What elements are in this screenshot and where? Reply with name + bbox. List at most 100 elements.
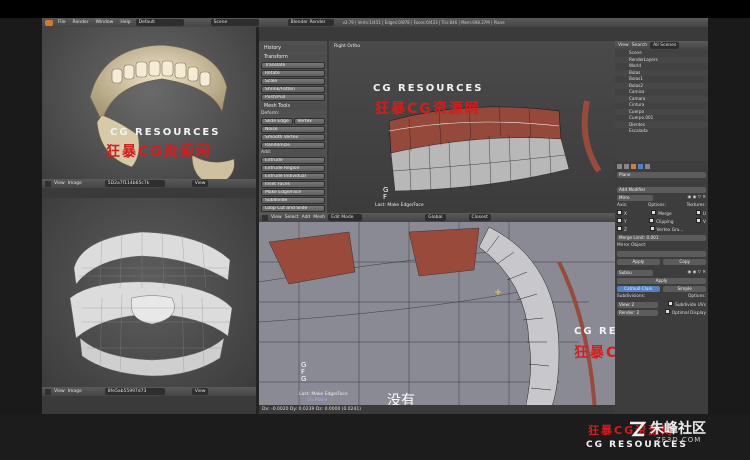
outliner-view-menu[interactable]: View (618, 43, 629, 48)
push-pull-button[interactable]: Push/Pull (261, 94, 325, 101)
transform-delta: Dx: -0.0020 Dy: 0.0239 Dz: 0.0000 (0.024… (262, 407, 362, 412)
deform-label: Deform: (261, 111, 280, 116)
translate-button[interactable]: Translate (261, 62, 325, 69)
image-name-field[interactable]: 5D2a7f114b65c7k (104, 180, 165, 187)
vertex-groups-checkbox[interactable] (649, 226, 655, 231)
subdivide-uvs-checkbox[interactable] (668, 301, 674, 306)
transform-orientation[interactable]: Global (425, 214, 446, 221)
menu-add[interactable]: Add (302, 215, 311, 220)
view-mode-selector-2[interactable]: View (191, 388, 209, 395)
catmull-clark-button[interactable]: Catmull-Clark (617, 285, 660, 292)
outliner-row[interactable]: Escalada (615, 128, 708, 135)
outliner-display-mode[interactable]: All Scenes (650, 42, 680, 49)
image-editor-mid-left[interactable]: View Image 8fe5ab55997d73 View (42, 198, 256, 396)
clipping-checkbox[interactable] (649, 218, 655, 223)
slide-edge-button[interactable]: Slide Edge (261, 118, 293, 125)
loop-cut-button[interactable]: Loop Cut and Slide (261, 205, 325, 212)
shrink-fatten-button[interactable]: Shrink/Fatten (261, 86, 325, 93)
menu-image[interactable]: Image (68, 181, 82, 186)
viewport-bottom-ortho[interactable]: Bottom Ortho CG RESOURCES G F G Last: M (259, 222, 615, 414)
transform-panel-header[interactable]: Transform (261, 54, 325, 61)
view-mode-selector[interactable]: View (191, 180, 209, 187)
object-tab-icon[interactable] (631, 164, 636, 169)
material-tab-icon[interactable] (645, 164, 650, 169)
simple-button[interactable]: Simple (663, 285, 706, 292)
add-modifier-button[interactable]: Add Modifier (617, 186, 706, 193)
blender-window: File Render Window Help Default Scene Bl… (42, 18, 708, 414)
extrude-individual-button[interactable]: Extrude Individual (261, 173, 325, 180)
last-operator: Last: Make Edge/Face (375, 203, 424, 208)
image-name-field-2[interactable]: 8fe5ab55997d73 (104, 388, 165, 395)
subsurf-modifier-name[interactable]: Subsu (617, 269, 653, 276)
render-tab-icon[interactable] (617, 164, 622, 169)
site-logo-en: ZF3D.COM (656, 436, 702, 444)
smooth-vertex-button[interactable]: Smooth Vertex (261, 134, 325, 141)
modifier-controls-icon[interactable]: ◉ ◉ ▽ ✕ (687, 195, 706, 200)
menu-select[interactable]: Select (285, 215, 299, 220)
axis-y-checkbox[interactable] (617, 218, 622, 223)
scene-selector[interactable]: Scene (210, 19, 259, 26)
slide-vertex-button[interactable]: Vertex (293, 118, 325, 125)
view-levels-field[interactable]: View: 2 (617, 301, 658, 308)
viewport-right-ortho[interactable]: Right Ortho CG RESOURCES 狂暴CG资源网 G F Las… (329, 41, 615, 213)
mesh-right-ortho (388, 100, 602, 192)
render-levels-field[interactable]: Render: 2 (617, 309, 658, 316)
modifier-controls-icon-2[interactable]: ◉ ◉ ▽ ✕ (687, 270, 706, 275)
mesh-tools-header[interactable]: Mesh Tools (261, 103, 325, 110)
options-label-2: Options: (687, 294, 706, 299)
menu-view[interactable]: View (54, 181, 65, 186)
axis-x-checkbox[interactable] (617, 210, 622, 215)
extrude-region-button[interactable]: Extrude Region (261, 165, 325, 172)
image-editor-top-left[interactable]: CG RESOURCES 狂暴CG资源网 View Image 5D2a7f11… (42, 27, 256, 188)
mirror-modifier-name[interactable]: Mirro (617, 194, 653, 201)
mode-selector[interactable]: Edit Mode (328, 214, 363, 221)
menu-view-3[interactable]: View (271, 215, 282, 220)
copy-button[interactable]: Copy (663, 258, 706, 265)
modifier-tab-icon[interactable] (638, 164, 643, 169)
inset-faces-button[interactable]: Inset Faces (261, 181, 325, 188)
add-label: Add: (261, 150, 272, 155)
menu-render[interactable]: Render (71, 20, 91, 25)
top-black-bar (0, 0, 750, 18)
editor-type-icon[interactable] (45, 180, 51, 187)
scale-button[interactable]: Scale (261, 78, 325, 85)
rotate-button[interactable]: Rotate (261, 70, 325, 77)
key-display-2: G F G (301, 362, 306, 383)
menu-image-2[interactable]: Image (68, 389, 82, 394)
subdivide-button[interactable]: Subdivide (261, 197, 325, 204)
extrude-button[interactable]: Extrude (261, 157, 325, 164)
v-checkbox[interactable] (696, 218, 702, 223)
merge-checkbox[interactable] (651, 210, 657, 215)
editor-type-icon-3[interactable] (262, 214, 268, 221)
axis-z-checkbox[interactable] (617, 226, 622, 231)
menu-mesh[interactable]: Mesh (313, 215, 325, 220)
menu-file[interactable]: File (56, 20, 68, 25)
viewport-footer: View Select Add Mesh Edit Mode Global Cl… (259, 213, 615, 222)
menu-window[interactable]: Window (94, 20, 116, 25)
apply-button-2[interactable]: Apply (617, 277, 706, 284)
proportional-falloff[interactable]: Closest (468, 214, 491, 221)
last-operator-2-sub: CG Plane (307, 398, 328, 403)
mirror-object-field[interactable] (617, 250, 706, 257)
menu-help[interactable]: Help (118, 20, 132, 25)
make-edge-face-button[interactable]: Make Edge/Face (261, 189, 325, 196)
noise-button[interactable]: Noise (261, 126, 325, 133)
scene-tab-icon[interactable] (624, 164, 629, 169)
object-name-field[interactable]: Plane (617, 171, 706, 178)
wireframe-teeth-image (69, 231, 233, 377)
blender-logo-icon[interactable] (45, 19, 53, 26)
key-display: G F (383, 187, 388, 201)
history-panel-header[interactable]: History (261, 45, 325, 52)
render-engine-selector[interactable]: Blender Render (287, 19, 334, 26)
apply-button[interactable]: Apply (617, 258, 660, 265)
layout-selector[interactable]: Default (135, 19, 184, 26)
menu-view-2[interactable]: View (54, 389, 65, 394)
zf-logo-icon (628, 420, 647, 438)
last-operator-2: Last: Make Edge/Face (299, 392, 348, 397)
merge-limit-field[interactable]: Merge Limit: 0.001 (617, 234, 706, 241)
optimal-display-checkbox[interactable] (664, 309, 670, 314)
editor-type-icon-2[interactable] (45, 388, 51, 395)
u-checkbox[interactable] (695, 210, 701, 215)
randomize-button[interactable]: Randomize (261, 142, 325, 149)
outliner-search-menu[interactable]: Search (632, 43, 647, 48)
